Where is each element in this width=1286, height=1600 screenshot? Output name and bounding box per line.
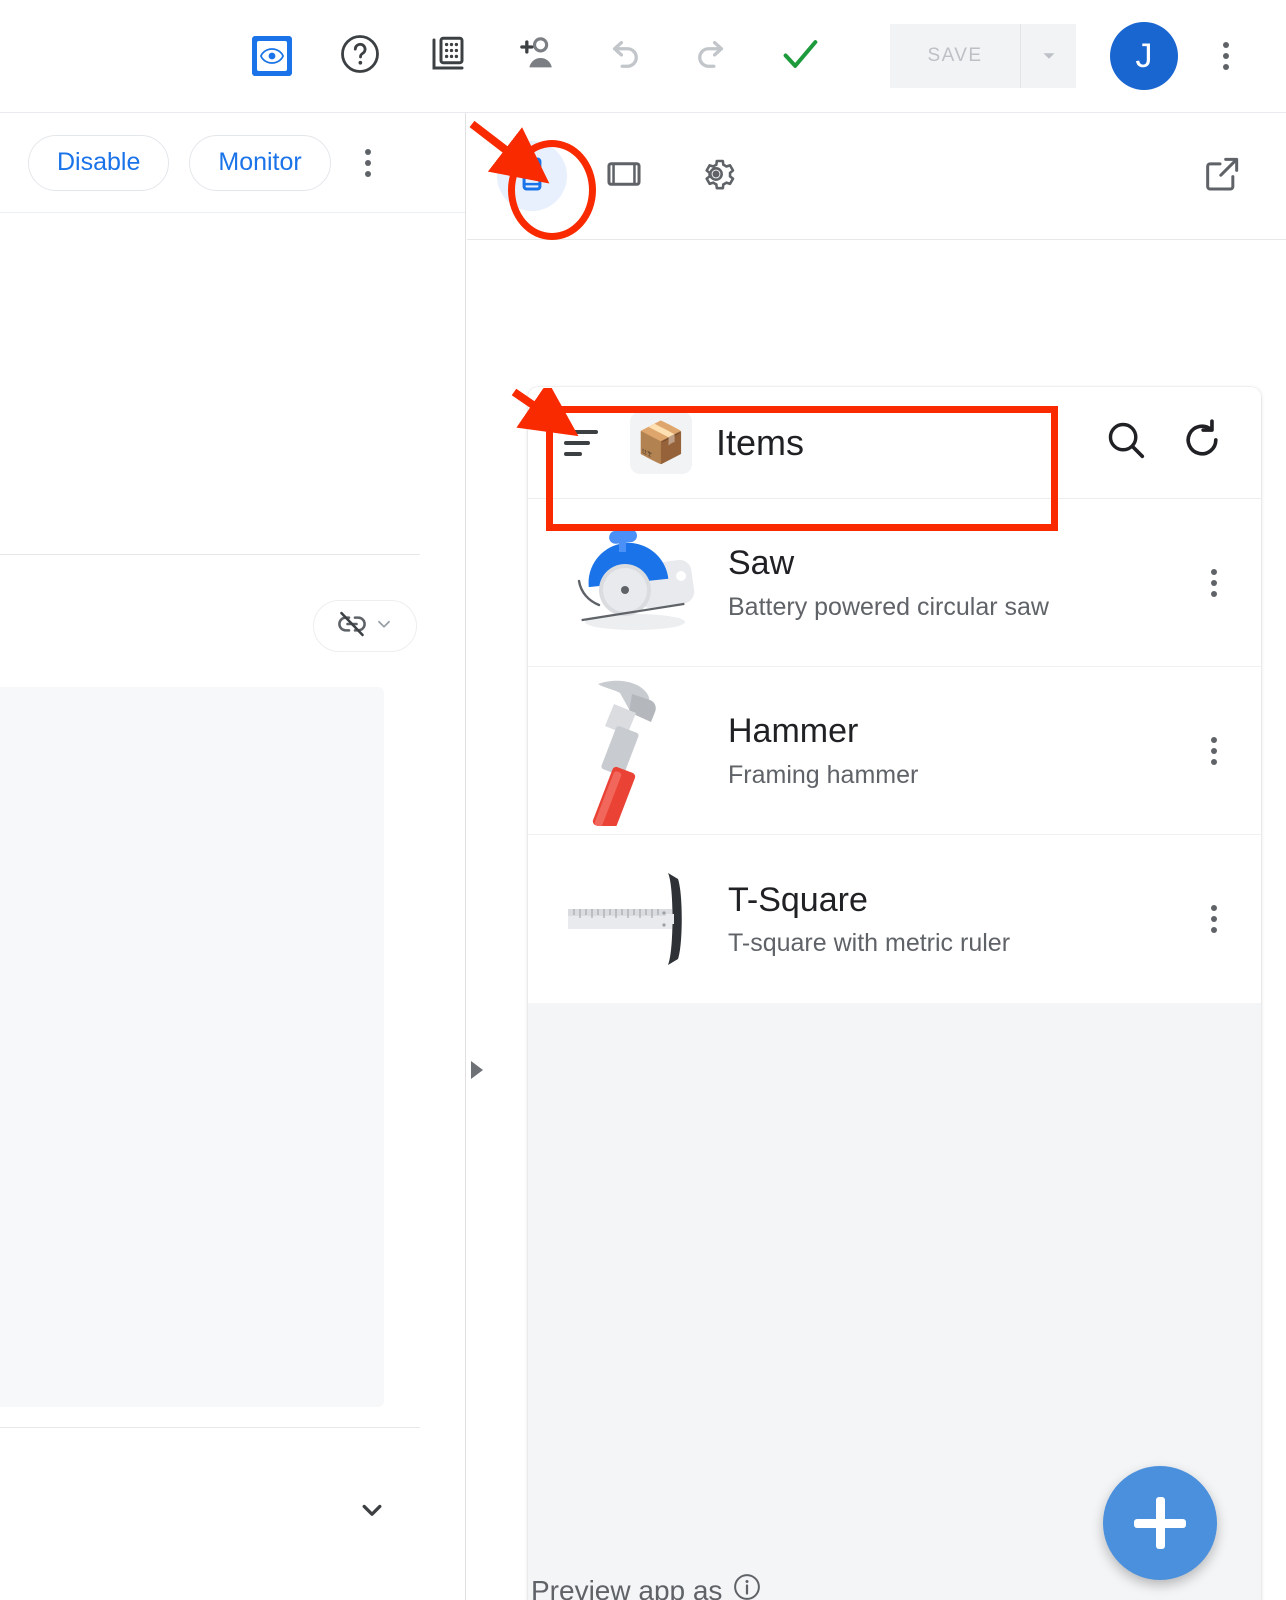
more-vert-icon	[364, 148, 371, 177]
phone-view-icon	[513, 155, 551, 198]
check-icon	[777, 31, 823, 82]
data-tables-button[interactable]	[416, 24, 480, 88]
tablet-view-icon	[605, 155, 643, 198]
list-item[interactable]: Hammer Framing hammer	[528, 667, 1261, 835]
preview-stage: 📦 Items Saw Battery powered circular saw…	[467, 241, 1286, 1600]
hammer-image	[564, 680, 704, 826]
link-off-icon	[335, 607, 369, 646]
left-panel-overflow-button[interactable]	[357, 141, 379, 185]
top-toolbar: SAVE J	[0, 0, 1286, 113]
preview-area: 📦 Items Saw Battery powered circular saw…	[467, 113, 1286, 1600]
left-panel-content-placeholder	[0, 687, 384, 1407]
save-button-group[interactable]: SAVE	[890, 24, 1076, 88]
item-subtitle: Framing hammer	[728, 760, 919, 789]
more-vert-icon	[1211, 736, 1217, 765]
redo-icon	[691, 33, 733, 80]
left-panel-toolbar: Disable Monitor	[0, 113, 465, 213]
saved-status-button	[768, 24, 832, 88]
preview-icon	[252, 36, 292, 76]
item-overflow-button[interactable]	[1197, 727, 1231, 775]
chevron-down-icon	[373, 613, 395, 640]
triangle-right-icon	[471, 1061, 483, 1079]
add-item-fab[interactable]	[1103, 1466, 1217, 1580]
app-header: 📦 Items	[528, 387, 1261, 499]
chevron-down-icon	[362, 1504, 382, 1516]
help-button[interactable]	[328, 24, 392, 88]
item-title: T-Square	[728, 880, 868, 919]
left-panel-expand-button[interactable]	[355, 1493, 389, 1532]
add-person-icon	[514, 32, 558, 81]
item-overflow-button[interactable]	[1197, 895, 1231, 943]
undo-button[interactable]	[592, 24, 656, 88]
preview-button[interactable]	[240, 24, 304, 88]
settings-gear-icon	[696, 154, 736, 199]
avatar[interactable]: J	[1110, 22, 1178, 90]
more-vert-icon	[1223, 42, 1229, 70]
phone-view-button[interactable]	[497, 141, 567, 211]
tablet-view-button[interactable]	[589, 141, 659, 211]
search-icon[interactable]	[1103, 417, 1149, 468]
chevron-down-icon	[1043, 53, 1054, 59]
open-in-new-icon	[1202, 157, 1242, 198]
menu-icon[interactable]	[564, 429, 598, 456]
link-off-chip[interactable]	[313, 600, 417, 652]
app-title: Items	[716, 421, 805, 463]
save-dropdown-button[interactable]	[1020, 24, 1076, 88]
list-item[interactable]: Saw Battery powered circular saw	[528, 499, 1261, 667]
disable-button[interactable]: Disable	[28, 134, 170, 191]
more-vert-icon	[1211, 568, 1217, 597]
preview-settings-button[interactable]	[681, 141, 751, 211]
left-panel: Disable Monitor	[0, 113, 466, 1600]
list-item[interactable]: T-Square T-square with metric ruler	[528, 835, 1261, 1003]
circular-saw-image	[564, 523, 704, 643]
app-logo-icon: 📦	[630, 411, 692, 474]
phone-frame: 📦 Items Saw Battery powered circular saw…	[528, 387, 1261, 1600]
redo-button[interactable]	[680, 24, 744, 88]
device-toolbar	[467, 113, 1286, 240]
item-title: Hammer	[728, 712, 859, 751]
undo-icon	[603, 33, 645, 80]
monitor-button[interactable]: Monitor	[189, 134, 331, 191]
refresh-icon[interactable]	[1179, 417, 1225, 468]
topbar-overflow-button[interactable]	[1194, 24, 1258, 88]
open-external-button[interactable]	[1202, 154, 1242, 199]
data-tables-icon	[427, 33, 469, 80]
save-button[interactable]: SAVE	[890, 24, 1020, 88]
panel-divider	[0, 554, 420, 555]
help-icon	[339, 33, 381, 80]
list-empty-space	[528, 1003, 1261, 1483]
items-list: Saw Battery powered circular saw Hammer …	[528, 499, 1261, 1003]
item-subtitle: T-square with metric ruler	[728, 929, 1011, 958]
item-overflow-button[interactable]	[1197, 559, 1231, 607]
preview-app-as-label: Preview app as	[531, 1572, 762, 1600]
t-square-image	[564, 859, 704, 979]
info-icon[interactable]	[732, 1572, 762, 1600]
more-vert-icon	[1211, 905, 1217, 933]
item-subtitle: Battery powered circular saw	[728, 592, 1049, 621]
panel-collapse-handle[interactable]	[466, 1055, 488, 1085]
share-button[interactable]	[504, 24, 568, 88]
item-title: Saw	[728, 544, 795, 583]
panel-divider-lower	[0, 1427, 420, 1428]
